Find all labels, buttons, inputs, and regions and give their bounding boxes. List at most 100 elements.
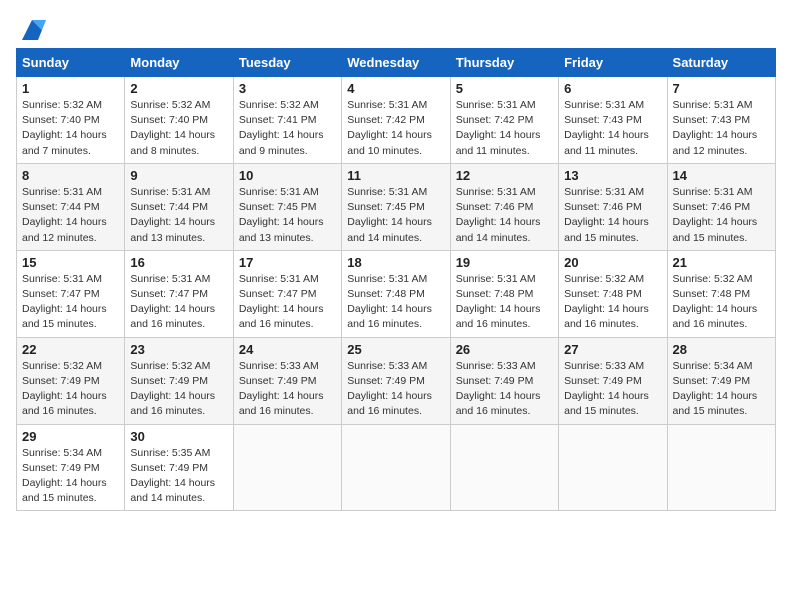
calendar-week-row: 8 Sunrise: 5:31 AMSunset: 7:44 PMDayligh…	[17, 163, 776, 250]
day-number: 19	[456, 255, 553, 270]
header-saturday: Saturday	[667, 49, 775, 77]
day-number: 18	[347, 255, 444, 270]
day-number: 9	[130, 168, 227, 183]
day-number: 26	[456, 342, 553, 357]
calendar-table: SundayMondayTuesdayWednesdayThursdayFrid…	[16, 48, 776, 511]
calendar-day-cell: 8 Sunrise: 5:31 AMSunset: 7:44 PMDayligh…	[17, 163, 125, 250]
day-info: Sunrise: 5:35 AMSunset: 7:49 PMDaylight:…	[130, 446, 227, 507]
day-number: 21	[673, 255, 770, 270]
calendar-day-cell: 20 Sunrise: 5:32 AMSunset: 7:48 PMDaylig…	[559, 250, 667, 337]
calendar-day-cell: 17 Sunrise: 5:31 AMSunset: 7:47 PMDaylig…	[233, 250, 341, 337]
day-info: Sunrise: 5:31 AMSunset: 7:47 PMDaylight:…	[22, 272, 119, 333]
day-info: Sunrise: 5:31 AMSunset: 7:46 PMDaylight:…	[456, 185, 553, 246]
day-info: Sunrise: 5:32 AMSunset: 7:48 PMDaylight:…	[564, 272, 661, 333]
day-number: 30	[130, 429, 227, 444]
calendar-day-cell: 4 Sunrise: 5:31 AMSunset: 7:42 PMDayligh…	[342, 77, 450, 164]
calendar-day-cell: 16 Sunrise: 5:31 AMSunset: 7:47 PMDaylig…	[125, 250, 233, 337]
header-sunday: Sunday	[17, 49, 125, 77]
day-info: Sunrise: 5:34 AMSunset: 7:49 PMDaylight:…	[673, 359, 770, 420]
calendar-day-cell: 12 Sunrise: 5:31 AMSunset: 7:46 PMDaylig…	[450, 163, 558, 250]
day-info: Sunrise: 5:31 AMSunset: 7:48 PMDaylight:…	[456, 272, 553, 333]
day-info: Sunrise: 5:33 AMSunset: 7:49 PMDaylight:…	[347, 359, 444, 420]
calendar-day-cell: 27 Sunrise: 5:33 AMSunset: 7:49 PMDaylig…	[559, 337, 667, 424]
day-number: 23	[130, 342, 227, 357]
day-info: Sunrise: 5:33 AMSunset: 7:49 PMDaylight:…	[239, 359, 336, 420]
day-info: Sunrise: 5:31 AMSunset: 7:46 PMDaylight:…	[564, 185, 661, 246]
calendar-day-cell: 30 Sunrise: 5:35 AMSunset: 7:49 PMDaylig…	[125, 424, 233, 511]
day-number: 11	[347, 168, 444, 183]
day-info: Sunrise: 5:31 AMSunset: 7:47 PMDaylight:…	[239, 272, 336, 333]
calendar-day-cell: 21 Sunrise: 5:32 AMSunset: 7:48 PMDaylig…	[667, 250, 775, 337]
day-number: 4	[347, 81, 444, 96]
header	[16, 16, 776, 38]
calendar-header-row: SundayMondayTuesdayWednesdayThursdayFrid…	[17, 49, 776, 77]
day-info: Sunrise: 5:33 AMSunset: 7:49 PMDaylight:…	[564, 359, 661, 420]
day-info: Sunrise: 5:32 AMSunset: 7:49 PMDaylight:…	[22, 359, 119, 420]
empty-cell	[667, 424, 775, 511]
calendar-day-cell: 19 Sunrise: 5:31 AMSunset: 7:48 PMDaylig…	[450, 250, 558, 337]
day-info: Sunrise: 5:32 AMSunset: 7:40 PMDaylight:…	[130, 98, 227, 159]
day-number: 27	[564, 342, 661, 357]
day-info: Sunrise: 5:31 AMSunset: 7:42 PMDaylight:…	[456, 98, 553, 159]
calendar-day-cell: 23 Sunrise: 5:32 AMSunset: 7:49 PMDaylig…	[125, 337, 233, 424]
day-info: Sunrise: 5:31 AMSunset: 7:43 PMDaylight:…	[673, 98, 770, 159]
day-number: 17	[239, 255, 336, 270]
day-info: Sunrise: 5:34 AMSunset: 7:49 PMDaylight:…	[22, 446, 119, 507]
calendar-day-cell: 13 Sunrise: 5:31 AMSunset: 7:46 PMDaylig…	[559, 163, 667, 250]
day-number: 7	[673, 81, 770, 96]
day-number: 12	[456, 168, 553, 183]
day-number: 16	[130, 255, 227, 270]
calendar-day-cell: 25 Sunrise: 5:33 AMSunset: 7:49 PMDaylig…	[342, 337, 450, 424]
day-number: 8	[22, 168, 119, 183]
day-number: 20	[564, 255, 661, 270]
day-info: Sunrise: 5:31 AMSunset: 7:43 PMDaylight:…	[564, 98, 661, 159]
calendar-day-cell: 7 Sunrise: 5:31 AMSunset: 7:43 PMDayligh…	[667, 77, 775, 164]
calendar-day-cell: 18 Sunrise: 5:31 AMSunset: 7:48 PMDaylig…	[342, 250, 450, 337]
day-info: Sunrise: 5:32 AMSunset: 7:40 PMDaylight:…	[22, 98, 119, 159]
calendar-day-cell: 29 Sunrise: 5:34 AMSunset: 7:49 PMDaylig…	[17, 424, 125, 511]
header-wednesday: Wednesday	[342, 49, 450, 77]
calendar-week-row: 29 Sunrise: 5:34 AMSunset: 7:49 PMDaylig…	[17, 424, 776, 511]
empty-cell	[342, 424, 450, 511]
day-number: 25	[347, 342, 444, 357]
day-number: 14	[673, 168, 770, 183]
day-info: Sunrise: 5:31 AMSunset: 7:45 PMDaylight:…	[347, 185, 444, 246]
day-info: Sunrise: 5:31 AMSunset: 7:46 PMDaylight:…	[673, 185, 770, 246]
calendar-week-row: 22 Sunrise: 5:32 AMSunset: 7:49 PMDaylig…	[17, 337, 776, 424]
day-info: Sunrise: 5:31 AMSunset: 7:42 PMDaylight:…	[347, 98, 444, 159]
day-number: 10	[239, 168, 336, 183]
calendar-day-cell: 24 Sunrise: 5:33 AMSunset: 7:49 PMDaylig…	[233, 337, 341, 424]
day-number: 15	[22, 255, 119, 270]
calendar-day-cell: 3 Sunrise: 5:32 AMSunset: 7:41 PMDayligh…	[233, 77, 341, 164]
calendar-week-row: 1 Sunrise: 5:32 AMSunset: 7:40 PMDayligh…	[17, 77, 776, 164]
day-number: 28	[673, 342, 770, 357]
day-number: 24	[239, 342, 336, 357]
day-number: 1	[22, 81, 119, 96]
day-info: Sunrise: 5:31 AMSunset: 7:47 PMDaylight:…	[130, 272, 227, 333]
calendar-day-cell: 10 Sunrise: 5:31 AMSunset: 7:45 PMDaylig…	[233, 163, 341, 250]
day-info: Sunrise: 5:32 AMSunset: 7:49 PMDaylight:…	[130, 359, 227, 420]
day-info: Sunrise: 5:31 AMSunset: 7:48 PMDaylight:…	[347, 272, 444, 333]
logo-icon	[18, 16, 46, 44]
day-info: Sunrise: 5:31 AMSunset: 7:44 PMDaylight:…	[130, 185, 227, 246]
day-info: Sunrise: 5:31 AMSunset: 7:44 PMDaylight:…	[22, 185, 119, 246]
day-number: 5	[456, 81, 553, 96]
calendar-day-cell: 6 Sunrise: 5:31 AMSunset: 7:43 PMDayligh…	[559, 77, 667, 164]
day-number: 22	[22, 342, 119, 357]
calendar-day-cell: 2 Sunrise: 5:32 AMSunset: 7:40 PMDayligh…	[125, 77, 233, 164]
calendar-day-cell: 26 Sunrise: 5:33 AMSunset: 7:49 PMDaylig…	[450, 337, 558, 424]
header-monday: Monday	[125, 49, 233, 77]
calendar-day-cell: 9 Sunrise: 5:31 AMSunset: 7:44 PMDayligh…	[125, 163, 233, 250]
calendar-day-cell: 28 Sunrise: 5:34 AMSunset: 7:49 PMDaylig…	[667, 337, 775, 424]
calendar-week-row: 15 Sunrise: 5:31 AMSunset: 7:47 PMDaylig…	[17, 250, 776, 337]
day-info: Sunrise: 5:32 AMSunset: 7:41 PMDaylight:…	[239, 98, 336, 159]
calendar-day-cell: 5 Sunrise: 5:31 AMSunset: 7:42 PMDayligh…	[450, 77, 558, 164]
day-number: 2	[130, 81, 227, 96]
calendar-day-cell: 11 Sunrise: 5:31 AMSunset: 7:45 PMDaylig…	[342, 163, 450, 250]
day-number: 13	[564, 168, 661, 183]
day-info: Sunrise: 5:33 AMSunset: 7:49 PMDaylight:…	[456, 359, 553, 420]
logo	[16, 16, 46, 38]
day-number: 3	[239, 81, 336, 96]
day-number: 29	[22, 429, 119, 444]
header-thursday: Thursday	[450, 49, 558, 77]
